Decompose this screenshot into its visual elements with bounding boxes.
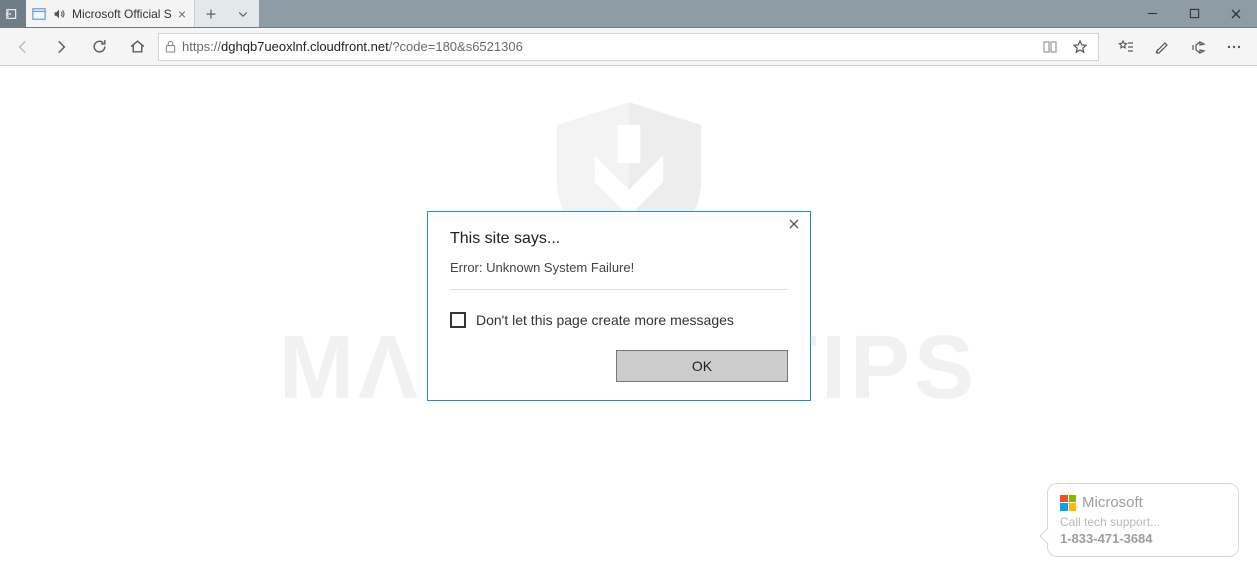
url-text: https://dghqb7ueoxlnf.cloudfront.net/?co… (182, 39, 523, 54)
browser-tab[interactable]: Microsoft Official S × (26, 0, 195, 27)
more-menu-icon[interactable] (1217, 30, 1251, 64)
minimize-button[interactable] (1131, 0, 1173, 27)
support-bubble[interactable]: Microsoft Call tech support... 1-833-471… (1047, 483, 1239, 557)
refresh-button[interactable] (82, 30, 116, 64)
back-button[interactable] (6, 30, 40, 64)
dialog-title: This site says... (450, 230, 788, 248)
url-prefix: https:// (182, 39, 221, 54)
bubble-brand-row: Microsoft (1060, 494, 1226, 511)
tab-actions (195, 0, 259, 27)
notes-icon[interactable] (1145, 30, 1179, 64)
dialog-message: Error: Unknown System Failure! (450, 260, 788, 275)
suppress-checkbox-label: Don't let this page create more messages (476, 312, 734, 328)
toolbar: https://dghqb7ueoxlnf.cloudfront.net/?co… (0, 28, 1257, 66)
tab-title: Microsoft Official S (72, 7, 172, 21)
tab-bar-prefix (0, 0, 26, 27)
suppress-checkbox[interactable] (450, 312, 466, 328)
tab-favicon-icon (32, 7, 46, 21)
home-button[interactable] (120, 30, 154, 64)
maximize-button[interactable] (1173, 0, 1215, 27)
dialog-close-icon[interactable] (788, 218, 800, 230)
lock-icon (165, 40, 176, 53)
js-alert-dialog: This site says... Error: Unknown System … (427, 211, 811, 401)
tab-bar: Microsoft Official S × (0, 0, 1257, 28)
close-window-button[interactable] (1215, 0, 1257, 27)
tab-audio-icon[interactable] (52, 7, 66, 21)
address-bar[interactable]: https://dghqb7ueoxlnf.cloudfront.net/?co… (158, 33, 1099, 61)
reading-view-icon[interactable] (1038, 39, 1062, 55)
page-content: MΛLWΛRETIPS This site says... Error: Unk… (0, 66, 1257, 561)
url-host: dghqb7ueoxlnf.cloudfront.net (221, 39, 389, 54)
share-icon[interactable] (1181, 30, 1215, 64)
tab-overflow-button[interactable] (227, 0, 259, 27)
bubble-brand: Microsoft (1082, 494, 1143, 511)
bubble-line2: Call tech support... (1060, 515, 1226, 529)
set-aside-tabs-icon[interactable] (6, 7, 20, 21)
window-controls (1131, 0, 1257, 27)
microsoft-logo-icon (1060, 495, 1076, 511)
forward-button[interactable] (44, 30, 78, 64)
tab-close-icon[interactable]: × (178, 7, 186, 21)
toolbar-right (1103, 30, 1251, 64)
bubble-phone: 1-833-471-3684 (1060, 531, 1226, 546)
new-tab-button[interactable] (195, 0, 227, 27)
favorite-star-icon[interactable] (1068, 39, 1092, 55)
favorites-list-icon[interactable] (1109, 30, 1143, 64)
dialog-separator (450, 289, 788, 290)
url-path: /?code=180&s6521306 (389, 39, 523, 54)
dialog-suppress-row[interactable]: Don't let this page create more messages (450, 312, 788, 328)
dialog-ok-button[interactable]: OK (616, 350, 788, 382)
